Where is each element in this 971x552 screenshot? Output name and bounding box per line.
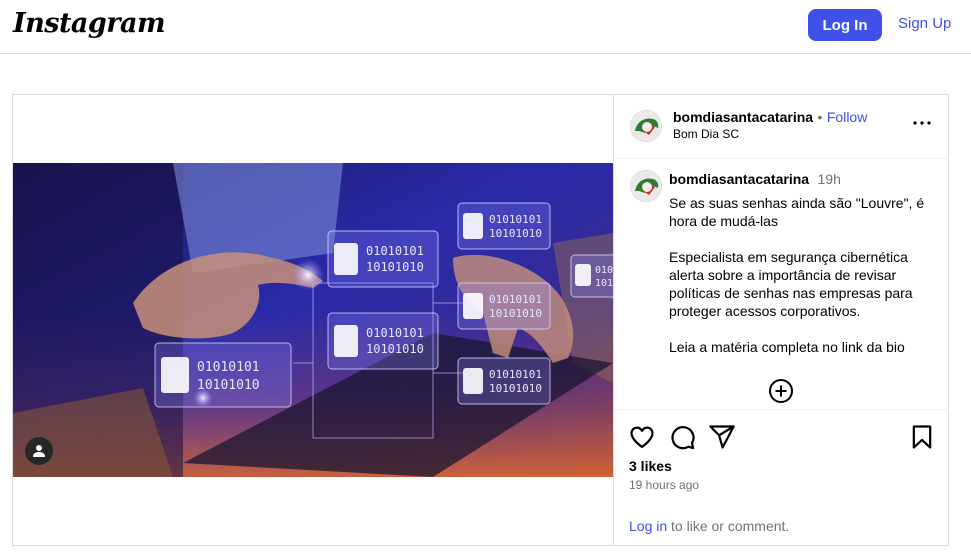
post-card: 01010101 10101010 01010101 10101010 0101… <box>12 94 949 546</box>
heart-icon <box>630 426 654 449</box>
top-bar: Instagram Log In Sign Up <box>0 0 971 54</box>
post-header: bomdiasantacatarina • Follow Bom Dia SC <box>614 95 949 159</box>
post-timestamp[interactable]: 19 hours ago <box>629 478 699 492</box>
follow-button[interactable]: Follow <box>827 109 867 125</box>
caption-username[interactable]: bomdiasantacatarina <box>669 171 809 187</box>
svg-text:10101010: 10101010 <box>489 307 542 320</box>
svg-text:01010101: 01010101 <box>489 368 542 381</box>
svg-text:0101: 0101 <box>595 265 613 276</box>
author-avatar[interactable] <box>630 110 662 142</box>
add-circle-icon <box>769 379 793 403</box>
caption-text: Se as suas senhas ainda são "Louvre", é … <box>669 195 925 355</box>
post-sidebar: bomdiasantacatarina • Follow Bom Dia SC <box>613 95 949 546</box>
svg-text:10101010: 10101010 <box>489 382 542 395</box>
like-button[interactable] <box>628 423 656 451</box>
post-image[interactable]: 01010101 10101010 01010101 10101010 0101… <box>13 163 613 477</box>
caption-header: bomdiasantacatarina 19h <box>669 171 841 189</box>
post-media: 01010101 10101010 01010101 10101010 0101… <box>13 95 613 545</box>
login-prompt-text: to like or comment. <box>667 518 790 534</box>
comment-icon <box>671 426 695 450</box>
post-actions: 3 likes 19 hours ago Log in to like or c… <box>614 409 949 546</box>
svg-text:1010: 1010 <box>595 278 613 289</box>
svg-text:01010101: 01010101 <box>366 326 424 340</box>
save-button[interactable] <box>908 423 936 451</box>
caption-time: 19h <box>817 171 841 187</box>
user-icon <box>33 445 45 457</box>
load-more-comments-button[interactable] <box>768 378 794 404</box>
caption-section: bomdiasantacatarina 19h Se as suas senha… <box>614 158 949 410</box>
author-line: bomdiasantacatarina • Follow <box>673 109 867 127</box>
svg-text:01010101: 01010101 <box>489 293 542 306</box>
login-prompt: Log in to like or comment. <box>629 518 789 534</box>
share-button[interactable] <box>708 423 736 451</box>
more-options-button[interactable] <box>910 111 934 135</box>
share-icon <box>709 425 735 449</box>
login-link[interactable]: Log in <box>629 518 667 534</box>
svg-text:10101010: 10101010 <box>366 260 424 274</box>
likes-count[interactable]: 3 likes <box>629 458 672 474</box>
comment-button[interactable] <box>668 423 696 451</box>
caption-avatar[interactable] <box>630 170 662 202</box>
login-button[interactable]: Log In <box>808 9 882 41</box>
more-icon <box>913 121 931 125</box>
svg-text:01010101: 01010101 <box>197 360 260 375</box>
svg-text:01010101: 01010101 <box>366 244 424 258</box>
author-subtitle: Bom Dia SC <box>673 127 740 141</box>
user-tag-button[interactable] <box>25 437 53 465</box>
svg-text:10101010: 10101010 <box>366 342 424 356</box>
bookmark-icon <box>912 425 932 449</box>
separator-dot: • <box>817 109 823 125</box>
author-username[interactable]: bomdiasantacatarina <box>673 109 813 125</box>
signup-link[interactable]: Sign Up <box>898 15 951 32</box>
svg-text:10101010: 10101010 <box>489 227 542 240</box>
svg-text:01010101: 01010101 <box>489 213 542 226</box>
instagram-logo[interactable]: Instagram <box>13 8 166 39</box>
